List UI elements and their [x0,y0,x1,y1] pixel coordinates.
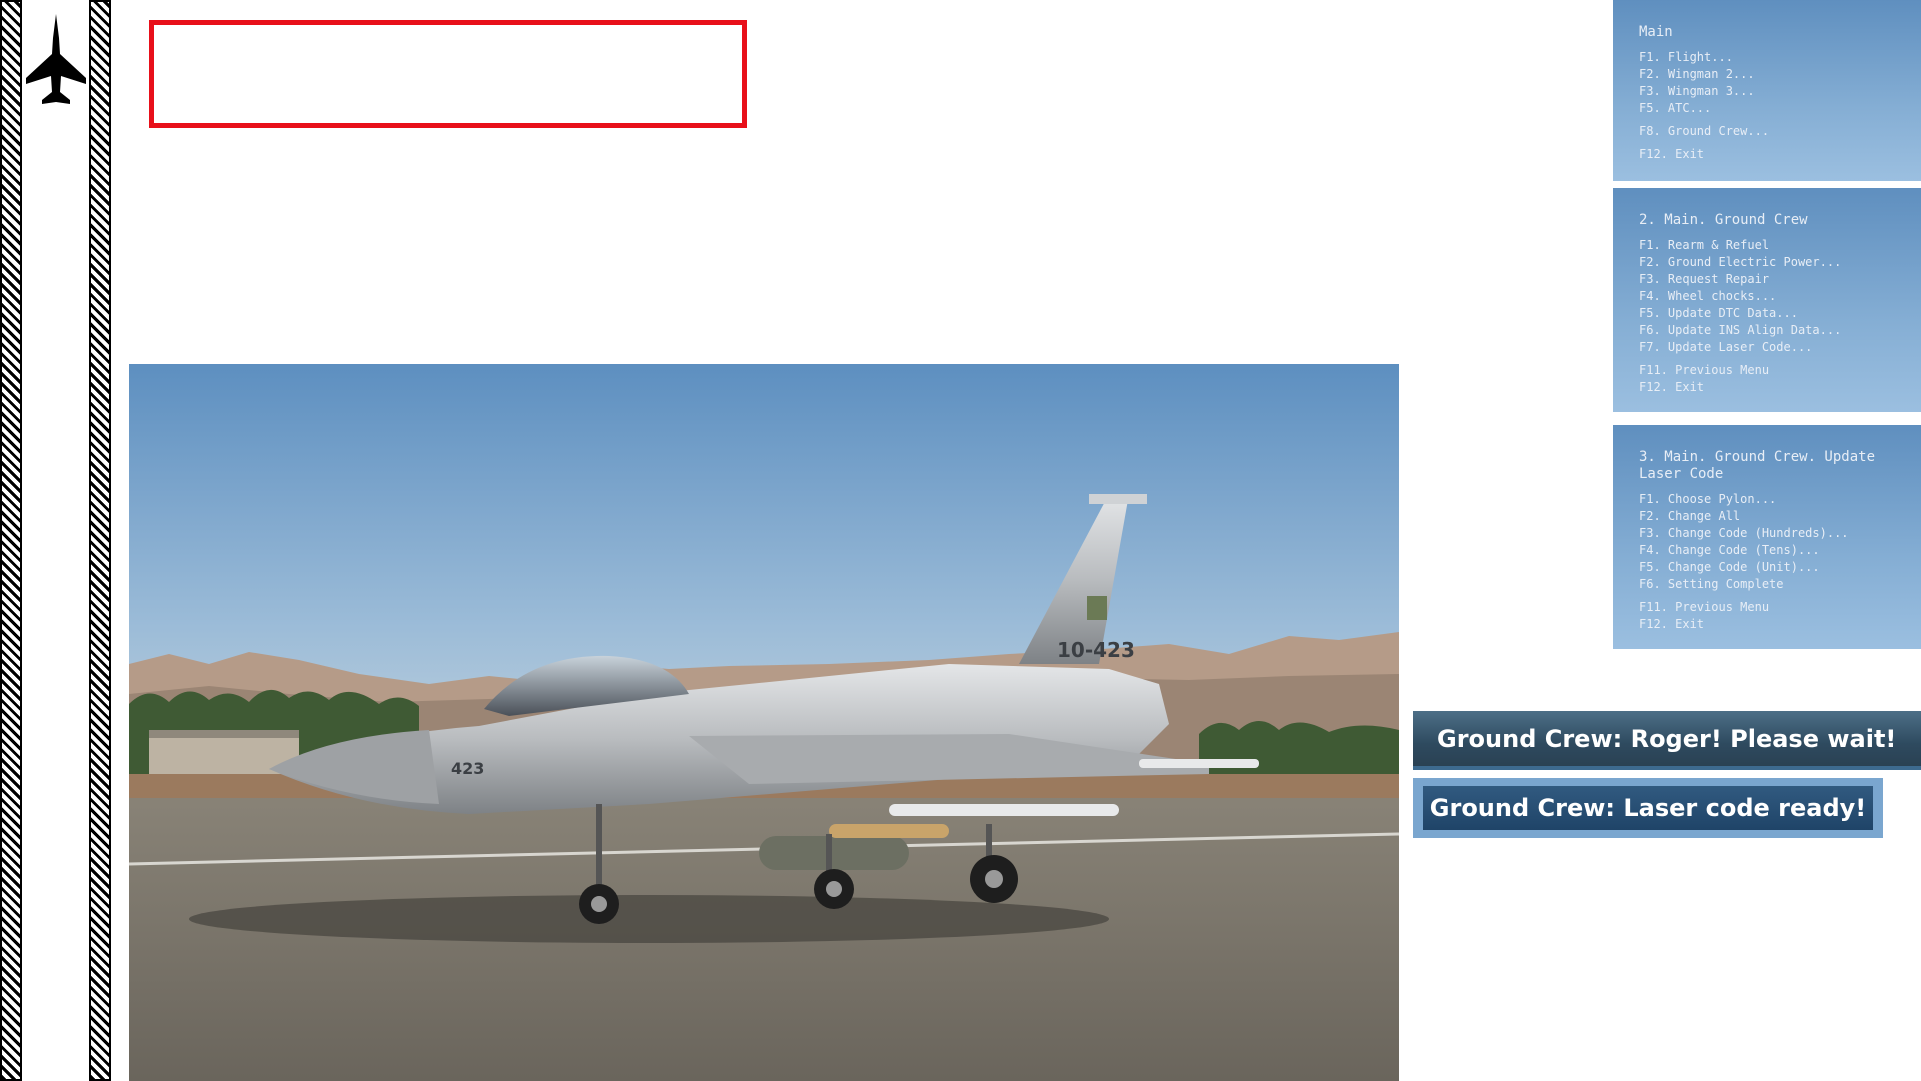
tail-number: 10-423 [1057,638,1135,662]
menu-item-wingman-2[interactable]: F2. Wingman 2... [1639,66,1911,83]
menu-item-code-hundreds[interactable]: F3. Change Code (Hundreds)... [1639,525,1911,542]
message-banner-roger: Ground Crew: Roger! Please wait! [1413,711,1921,770]
hatched-rail-left [0,0,22,1081]
menu-item-exit[interactable]: F12. Exit [1639,616,1911,633]
menu-item-code-tens[interactable]: F4. Change Code (Tens)... [1639,542,1911,559]
aircraft-screenshot: 423 10-423 [129,364,1399,1081]
radio-menu-ground-crew: 2. Main. Ground Crew F1. Rearm & Refuel … [1613,188,1921,412]
menu-item-rearm-refuel[interactable]: F1. Rearm & Refuel [1639,237,1911,254]
menu-item-code-unit[interactable]: F5. Change Code (Unit)... [1639,559,1911,576]
highlight-box [149,20,747,128]
menu-item-ground-crew[interactable]: F8. Ground Crew... [1639,123,1911,140]
menu-title: 2. Main. Ground Crew [1639,212,1808,228]
menu-item-wingman-3[interactable]: F3. Wingman 3... [1639,83,1911,100]
message-banner-laser-ready: Ground Crew: Laser code ready! [1413,778,1883,838]
menu-item-ground-power[interactable]: F2. Ground Electric Power... [1639,254,1911,271]
menu-item-update-dtc[interactable]: F5. Update DTC Data... [1639,305,1911,322]
radio-menu-laser-code: 3. Main. Ground Crew. Update Laser Code … [1613,425,1921,649]
message-text: Ground Crew: Roger! Please wait! [1437,724,1897,753]
fighter-jet-icon [26,14,86,104]
menu-title: Main [1639,24,1673,40]
menu-item-choose-pylon[interactable]: F1. Choose Pylon... [1639,491,1911,508]
hatched-rail-right [89,0,111,1081]
left-sidebar [0,0,113,1081]
nose-number: 423 [451,759,484,778]
menu-item-request-repair[interactable]: F3. Request Repair [1639,271,1911,288]
menu-item-update-laser[interactable]: F7. Update Laser Code... [1639,339,1911,356]
menu-item-previous[interactable]: F11. Previous Menu [1639,599,1911,616]
menu-title: 3. Main. Ground Crew. Update Laser Code [1639,449,1876,482]
menu-item-change-all[interactable]: F2. Change All [1639,508,1911,525]
menu-item-previous[interactable]: F11. Previous Menu [1639,362,1911,379]
radio-menu-main: Main F1. Flight... F2. Wingman 2... F3. … [1613,0,1921,181]
menu-item-atc[interactable]: F5. ATC... [1639,100,1911,117]
message-text: Ground Crew: Laser code ready! [1429,794,1867,822]
menu-item-exit[interactable]: F12. Exit [1639,379,1911,396]
menu-item-update-ins[interactable]: F6. Update INS Align Data... [1639,322,1911,339]
menu-item-flight[interactable]: F1. Flight... [1639,49,1911,66]
menu-item-wheel-chocks[interactable]: F4. Wheel chocks... [1639,288,1911,305]
menu-item-exit[interactable]: F12. Exit [1639,146,1911,163]
menu-item-setting-complete[interactable]: F6. Setting Complete [1639,576,1911,593]
